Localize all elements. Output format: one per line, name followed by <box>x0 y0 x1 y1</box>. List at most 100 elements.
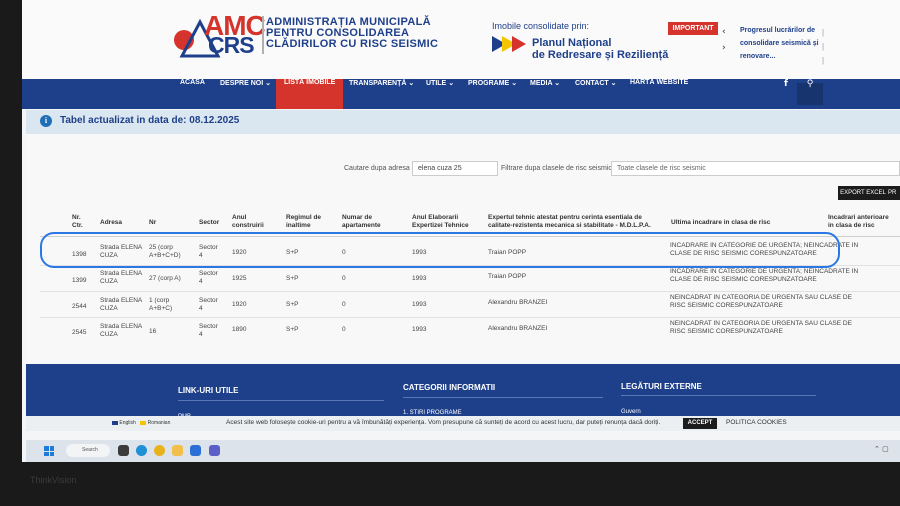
col-adresa[interactable]: Adresa <box>100 219 122 227</box>
outlook-icon[interactable] <box>190 445 201 456</box>
nav-lista-imobile[interactable]: LISTĂ IMOBILE <box>276 79 344 109</box>
cell-line: RISC SEISMIC CORESPUNZATOARE <box>670 302 783 309</box>
col-line: Regimul de <box>286 214 322 221</box>
col-incadrari-anterioare[interactable]: Incadrari anterioare in clasa de risc <box>828 214 889 230</box>
cell-line: 16 <box>149 328 157 335</box>
col-anul-construirii[interactable]: Anul construirii <box>232 214 264 230</box>
chevron-down-icon: ⌄ <box>511 80 518 87</box>
system-tray[interactable]: ⌃ ▢ <box>874 445 889 453</box>
folder-icon[interactable] <box>172 445 183 456</box>
search-icon[interactable]: ⚲ <box>797 79 823 109</box>
row-divider <box>40 317 900 318</box>
cell-clasa-risc: INCADRARE IN CATEGORIE DE URGENTA; NEINC… <box>670 268 858 284</box>
language-switcher[interactable]: English Romanian <box>112 420 170 426</box>
cell-expert: Alexandru BRANZEI <box>488 299 548 306</box>
nav-utile[interactable]: UTILE ⌄ <box>426 79 454 109</box>
nav-contact[interactable]: CONTACT ⌄ <box>575 79 617 109</box>
site-header: AMC CRS ADMINISTRAȚIA MUNICIPALĂ PENTRU … <box>22 0 900 79</box>
nav-transparenta[interactable]: TRANSPARENȚĂ ⌄ <box>349 79 414 109</box>
cell-regim: S+P <box>286 326 299 333</box>
nav-despre-noi[interactable]: DESPRE NOI ⌄ <box>220 79 271 109</box>
col-line: Anul Elaborarii <box>412 214 459 221</box>
nav-programe[interactable]: PROGRAME ⌄ <box>468 79 517 109</box>
cell-nr-ctr: 2544 <box>72 303 87 310</box>
nav-harta-website[interactable]: HARTĂ WEBSITE <box>630 79 688 109</box>
nav-label: CONTACT <box>575 80 609 87</box>
windows-start-icon[interactable] <box>44 446 54 456</box>
col-line: Anul <box>232 214 247 221</box>
col-sector[interactable]: Sector <box>199 219 219 227</box>
cell-expert: Alexandru BRANZEI <box>488 325 548 332</box>
cell-line: NEINCADRAT IN CATEGORIA DE URGENTA SAU C… <box>670 294 852 301</box>
col-line: calitate-rezistenta mecanica si stabilit… <box>488 222 651 229</box>
logo-divider <box>262 16 264 54</box>
col-nr-ctr[interactable]: Nr. Ctr. <box>72 214 83 230</box>
col-anul-elaborarii[interactable]: Anul Elaborarii Expertizei Tehnice <box>412 214 469 230</box>
pnrr-line: Planul Național <box>532 37 612 49</box>
logo-line: CLĂDIRILOR CU RISC SEISMIC <box>266 38 439 50</box>
chevron-left-icon[interactable]: ‹ <box>722 24 726 40</box>
chevron-down-icon: ⌄ <box>610 80 617 87</box>
news-scroll-indicator: | | | <box>822 28 825 65</box>
col-expert-tehnic[interactable]: Expertul tehnic atestat pentru cerinta e… <box>488 214 651 230</box>
col-line: in clasa de risc <box>828 222 875 229</box>
export-excel-button[interactable]: EXPORT EXCEL <box>838 186 888 200</box>
address-search-input[interactable]: elena cuza 25 <box>412 161 498 176</box>
nav-acasa[interactable]: ACASĂ <box>180 79 205 109</box>
cell-clasa-risc: NEINCADRAT IN CATEGORIA DE URGENTA SAU C… <box>670 294 852 310</box>
news-carousel-arrows[interactable]: ‹ › <box>722 24 726 56</box>
print-button[interactable]: PR <box>888 186 900 200</box>
search-value: elena cuza 25 <box>418 165 462 172</box>
chevron-down-icon: ⌄ <box>408 80 415 87</box>
search-label: Cautare dupa adresa <box>344 165 410 172</box>
lang-english[interactable]: English <box>119 420 135 426</box>
pnrr-title[interactable]: Planul Național de Redresare și Rezilien… <box>532 37 668 61</box>
nav-label: PROGRAME <box>468 80 510 87</box>
lang-romanian[interactable]: Romanian <box>148 420 171 426</box>
logo-crs: CRS <box>208 32 255 58</box>
nav-media[interactable]: MEDIA ⌄ <box>530 79 560 109</box>
cookie-bar: English Romanian Acest site web foloseșt… <box>26 416 900 431</box>
cell-adresa: Strada ELENA CUZA <box>100 297 142 313</box>
footer-rule <box>403 397 603 398</box>
accept-cookies-button[interactable]: ACCEPT <box>683 418 717 429</box>
cell-nr: 27 (corp A) <box>149 275 181 283</box>
col-regim-inaltime[interactable]: Regimul de inaltime <box>286 214 321 230</box>
cell-line: CUZA <box>100 305 118 312</box>
cell-line: 4 <box>199 305 203 312</box>
cell-nr: 1 (corp A+B+C) <box>149 297 172 313</box>
cell-clasa-risc: NEINCADRAT IN CATEGORIA DE URGENTA SAU C… <box>670 320 852 336</box>
taskbar-search[interactable]: Search <box>66 444 110 457</box>
teams-icon[interactable] <box>209 445 220 456</box>
cell-regim: S+P <box>286 275 299 282</box>
chevron-right-icon[interactable]: › <box>722 40 726 56</box>
col-apartamente[interactable]: Numar de apartamente <box>342 214 381 230</box>
col-line: Ctr. <box>72 222 83 229</box>
cell-sector: Sector 4 <box>199 270 218 286</box>
col-line: Nr. <box>72 214 81 221</box>
nav-search-box[interactable]: ⚲ <box>797 79 823 105</box>
col-clasa-risc[interactable]: Ultima incadrare in clasa de risc <box>671 219 770 227</box>
cell-line: 1 (corp <box>149 297 170 304</box>
cell-line: Strada ELENA <box>100 323 143 330</box>
news-line: Progresul lucrărilor de <box>740 27 816 34</box>
cell-line: INCADRARE IN CATEGORIE DE URGENTA; NEINC… <box>670 268 859 275</box>
cookie-policy-link[interactable]: POLITICA COOKIES <box>726 419 787 426</box>
cell-anul: 1925 <box>232 275 247 282</box>
file-explorer-icon[interactable] <box>118 445 129 456</box>
col-nr[interactable]: Nr <box>149 219 156 227</box>
news-ticker[interactable]: Progresul lucrărilor de consolidare seis… <box>740 24 820 63</box>
chrome-icon[interactable] <box>154 445 165 456</box>
risk-class-filter-select[interactable]: Toate clasele de risc seismic <box>611 161 900 176</box>
news-line: consolidare seismică și <box>740 40 819 47</box>
nav-label: DESPRE NOI <box>220 80 264 87</box>
edge-icon[interactable] <box>136 445 147 456</box>
cell-line: CLASE DE RISC SEISMIC CORESPUNZATOARE <box>670 276 817 283</box>
footer-link-guvern[interactable]: Guvern <box>621 409 641 415</box>
filter-label: Filtrare dupa clasele de risc seismic <box>501 165 612 172</box>
cell-line: 4 <box>199 331 203 338</box>
facebook-icon[interactable]: f <box>773 79 799 109</box>
col-line: Expertul tehnic atestat pentru cerinta e… <box>488 214 642 221</box>
cell-line: Strada ELENA <box>100 270 143 277</box>
browser-screen: AMC CRS ADMINISTRAȚIA MUNICIPALĂ PENTRU … <box>22 0 900 462</box>
